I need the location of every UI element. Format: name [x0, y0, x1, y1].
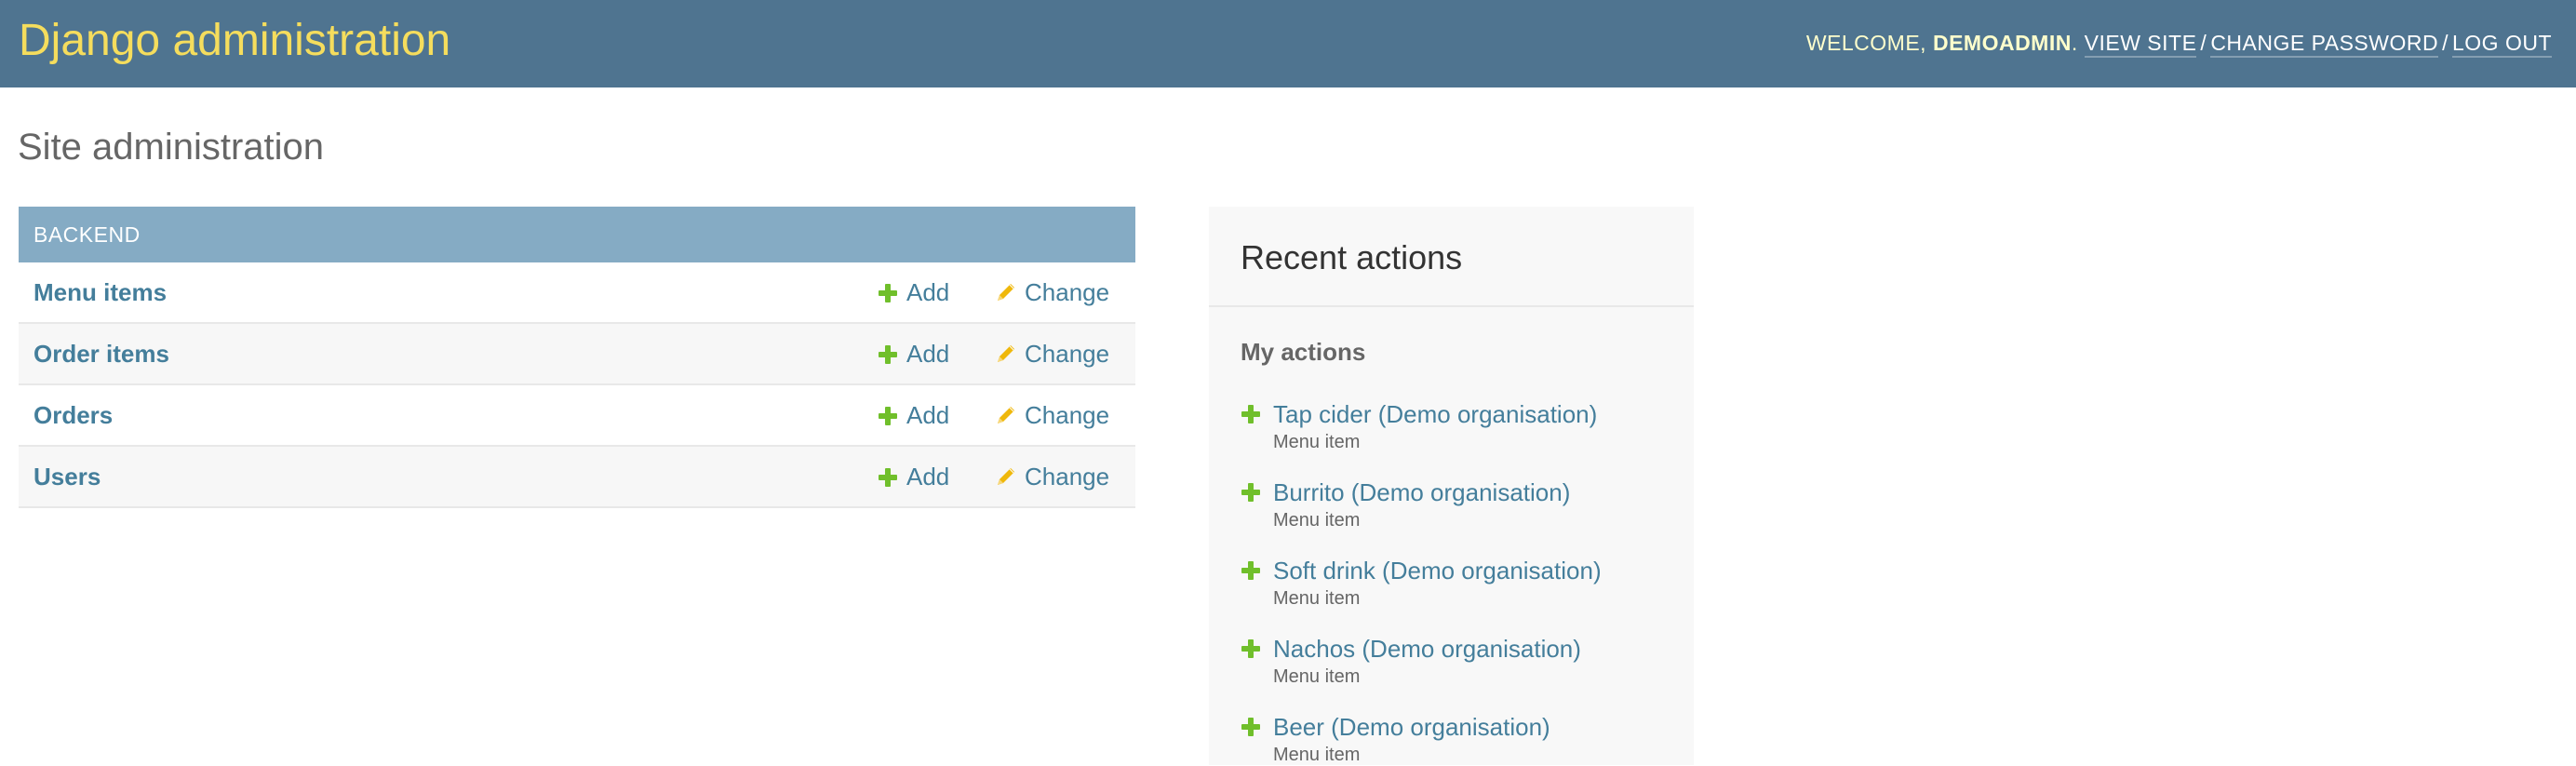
change-password-link[interactable]: Change password [2210, 31, 2439, 58]
page-title: Site administration [18, 127, 325, 168]
recent-action-link[interactable]: Burrito (Demo organisation) [1273, 476, 1570, 509]
recent-actions-panel: Recent actions My actions Tap cider (Dem… [1209, 207, 1694, 765]
recent-action-link[interactable]: Beer (Demo organisation) [1273, 710, 1550, 744]
change-label: Change [1025, 463, 1110, 491]
add-icon [879, 345, 897, 364]
change-button[interactable]: Change [995, 262, 1109, 322]
change-button[interactable]: Change [995, 385, 1109, 445]
add-icon [1241, 405, 1260, 423]
model-link-menu-items[interactable]: Menu items [34, 262, 167, 322]
recent-actions-title: Recent actions [1241, 238, 1463, 276]
pencil-icon [998, 407, 1014, 423]
add-icon [1241, 561, 1260, 580]
model-link-orders[interactable]: Orders [34, 385, 113, 445]
separator: / [2442, 31, 2449, 55]
add-button[interactable]: Add [879, 262, 949, 322]
pencil-icon [998, 468, 1014, 485]
site-branding[interactable]: Django administration [19, 11, 450, 71]
header: Django administration Welcome, demoadmin… [0, 0, 2576, 87]
recent-action-link[interactable]: Soft drink (Demo organisation) [1273, 554, 1602, 587]
add-label: Add [906, 463, 950, 491]
model-link-order-items[interactable]: Order items [34, 324, 169, 383]
add-button[interactable]: Add [879, 385, 949, 445]
welcome-text: Welcome, [1805, 31, 1933, 55]
model-row: Orders Add Change [19, 385, 1135, 447]
change-button[interactable]: Change [995, 324, 1109, 383]
module-caption-label[interactable]: Backend [34, 222, 141, 247]
recent-action-type: Menu item [1273, 510, 1361, 531]
change-label: Change [1025, 340, 1110, 368]
change-label: Change [1025, 401, 1110, 429]
add-icon [879, 284, 897, 302]
module-caption[interactable]: Backend [19, 207, 1135, 262]
recent-action-link[interactable]: Nachos (Demo organisation) [1273, 632, 1581, 665]
model-row: Users Add Change [19, 447, 1135, 508]
model-link-users[interactable]: Users [34, 447, 101, 506]
add-icon [1241, 483, 1260, 502]
recent-action-link[interactable]: Tap cider (Demo organisation) [1273, 397, 1597, 431]
separator: / [2200, 31, 2207, 55]
recent-action-type: Menu item [1273, 588, 1361, 609]
app-module-backend: Backend Menu items Add Change Order item… [19, 207, 1135, 508]
add-icon [1241, 718, 1260, 736]
recent-action-type: Menu item [1273, 432, 1361, 452]
my-actions-heading: My actions [1241, 338, 1366, 366]
add-icon [1241, 639, 1260, 658]
change-label: Change [1025, 278, 1110, 306]
add-button[interactable]: Add [879, 447, 949, 506]
add-label: Add [906, 401, 950, 429]
log-out-link[interactable]: Log out [2451, 31, 2552, 58]
change-button[interactable]: Change [995, 447, 1109, 506]
recent-action-type: Menu item [1273, 666, 1361, 687]
model-row: Menu items Add Change [19, 262, 1135, 324]
add-label: Add [906, 278, 950, 306]
pencil-icon [998, 284, 1014, 301]
divider [1209, 305, 1694, 307]
user-tools: Welcome, demoadmin. View site / Change pas… [1806, 28, 2552, 58]
pencil-icon [998, 345, 1014, 362]
add-icon [879, 407, 897, 425]
recent-action-type: Menu item [1273, 745, 1361, 765]
view-site-link[interactable]: View site [2084, 31, 2197, 58]
add-label: Add [906, 340, 950, 368]
username: demoadmin [1932, 31, 2072, 55]
add-icon [879, 468, 897, 487]
welcome-suffix: . [2071, 31, 2085, 55]
add-button[interactable]: Add [879, 324, 949, 383]
model-row: Order items Add Change [19, 324, 1135, 385]
